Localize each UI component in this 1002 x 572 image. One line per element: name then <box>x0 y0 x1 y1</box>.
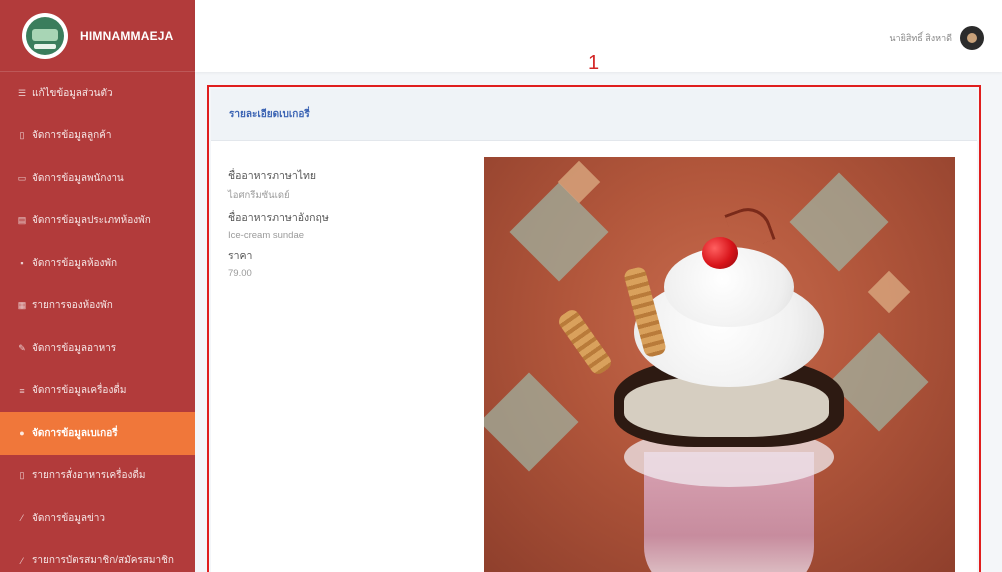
sidebar-item-label: จัดการข้อมูลห้องพัก <box>32 257 118 269</box>
receipt-icon: ▯ <box>19 470 25 481</box>
user-edit-icon: ☰ <box>17 87 27 98</box>
sidebar-item-food[interactable]: ✎ จัดการข้อมูลอาหาร <box>0 327 195 370</box>
sidebar-item-customers[interactable]: ▯ จัดการข้อมูลลูกค้า <box>0 115 195 158</box>
user-menu[interactable]: นายิสิทธิ์ สิงหาดี <box>889 26 984 50</box>
sidebar-item-label: จัดการข้อมูลข่าว <box>32 512 106 524</box>
sidebar-nav: ☰ แก้ไขข้อมูลส่วนตัว ▯ จัดการข้อมูลลูกค้… <box>0 72 195 572</box>
sidebar-item-label: จัดการข้อมูลลูกค้า <box>32 130 112 142</box>
sidebar-item-rooms[interactable]: ▪ จัดการข้อมูลห้องพัก <box>0 242 195 285</box>
sidebar-item-label: รายการจองห้องพัก <box>32 300 113 312</box>
pencil-icon: ⁄ <box>21 513 23 524</box>
sidebar-item-employees[interactable]: ▭ จัดการข้อมูลพนักงาน <box>0 157 195 200</box>
bakery-detail-card: รายละเอียดเบเกอรี่ ชื่ออาหารภาษาไทย ไอศก… <box>211 89 977 572</box>
field-value-name-th: ไอศกรีมซันเดย์ <box>228 190 290 201</box>
calendar-icon: ▦ <box>17 300 27 311</box>
list-icon: ▤ <box>17 215 27 226</box>
sidebar: HIMNAMMAEJA ☰ แก้ไขข้อมูลส่วนตัว ▯ จัดกา… <box>0 0 195 572</box>
sidebar-item-orders[interactable]: ▯ รายการสั่งอาหารเครื่องดื่ม <box>0 455 195 498</box>
annotation-number: 1 <box>588 52 600 74</box>
field-label-name-en: ชื่ออาหารภาษาอังกฤษ <box>228 212 329 224</box>
sidebar-item-label: จัดการข้อมูลพนักงาน <box>32 172 124 184</box>
sidebar-item-label: จัดการข้อมูลประเภทห้องพัก <box>32 215 151 227</box>
food-icon: ✎ <box>18 342 26 353</box>
cake-icon: ● <box>19 428 25 439</box>
drink-icon: ≡ <box>19 385 25 396</box>
avatar[interactable] <box>960 26 984 50</box>
brand-logo <box>22 12 68 59</box>
field-value-name-en: Ice-cream sundae <box>228 230 305 241</box>
sidebar-item-label: จัดการข้อมูลเบเกอรี่ <box>32 427 118 439</box>
bakery-info: ชื่ออาหารภาษาไทย ไอศกรีมซันเดย์ ชื่ออาหา… <box>228 161 458 279</box>
pencil-icon: ⁄ <box>21 555 23 566</box>
bed-icon: ▪ <box>20 258 24 269</box>
sidebar-item-drinks[interactable]: ≡ จัดการข้อมูลเครื่องดื่ม <box>0 370 195 413</box>
user-name: นายิสิทธิ์ สิงหาดี <box>889 33 952 43</box>
card-title: รายละเอียดเบเกอรี่ <box>211 89 977 141</box>
field-label-price: ราคา <box>228 250 253 262</box>
sidebar-item-bookings[interactable]: ▦ รายการจองห้องพัก <box>0 285 195 328</box>
sidebar-item-room-types[interactable]: ▤ จัดการข้อมูลประเภทห้องพัก <box>0 200 195 243</box>
field-label-name-th: ชื่ออาหารภาษาไทย <box>228 170 317 182</box>
sidebar-item-label: รายการบัตรสมาชิก/สมัครสมาชิก <box>32 555 174 567</box>
brand[interactable]: HIMNAMMAEJA <box>0 0 195 72</box>
sidebar-item-bakery[interactable]: ● จัดการข้อมูลเบเกอรี่ <box>0 412 195 455</box>
sidebar-item-membership[interactable]: ⁄ รายการบัตรสมาชิก/สมัครสมาชิก <box>0 540 195 572</box>
sidebar-item-edit-profile[interactable]: ☰ แก้ไขข้อมูลส่วนตัว <box>0 72 195 115</box>
sidebar-item-label: จัดการข้อมูลเครื่องดื่ม <box>32 385 127 397</box>
sidebar-item-label: รายการสั่งอาหารเครื่องดื่ม <box>32 470 146 482</box>
brand-name: HIMNAMMAEJA <box>80 28 174 43</box>
users-icon: ▯ <box>19 130 25 141</box>
id-card-icon: ▭ <box>17 172 27 183</box>
sidebar-item-label: แก้ไขข้อมูลส่วนตัว <box>32 87 113 99</box>
sidebar-item-label: จัดการข้อมูลอาหาร <box>32 342 117 354</box>
field-value-price: 79.00 <box>228 268 252 279</box>
sidebar-item-news[interactable]: ⁄ จัดการข้อมูลข่าว <box>0 497 195 540</box>
product-image <box>484 157 955 572</box>
